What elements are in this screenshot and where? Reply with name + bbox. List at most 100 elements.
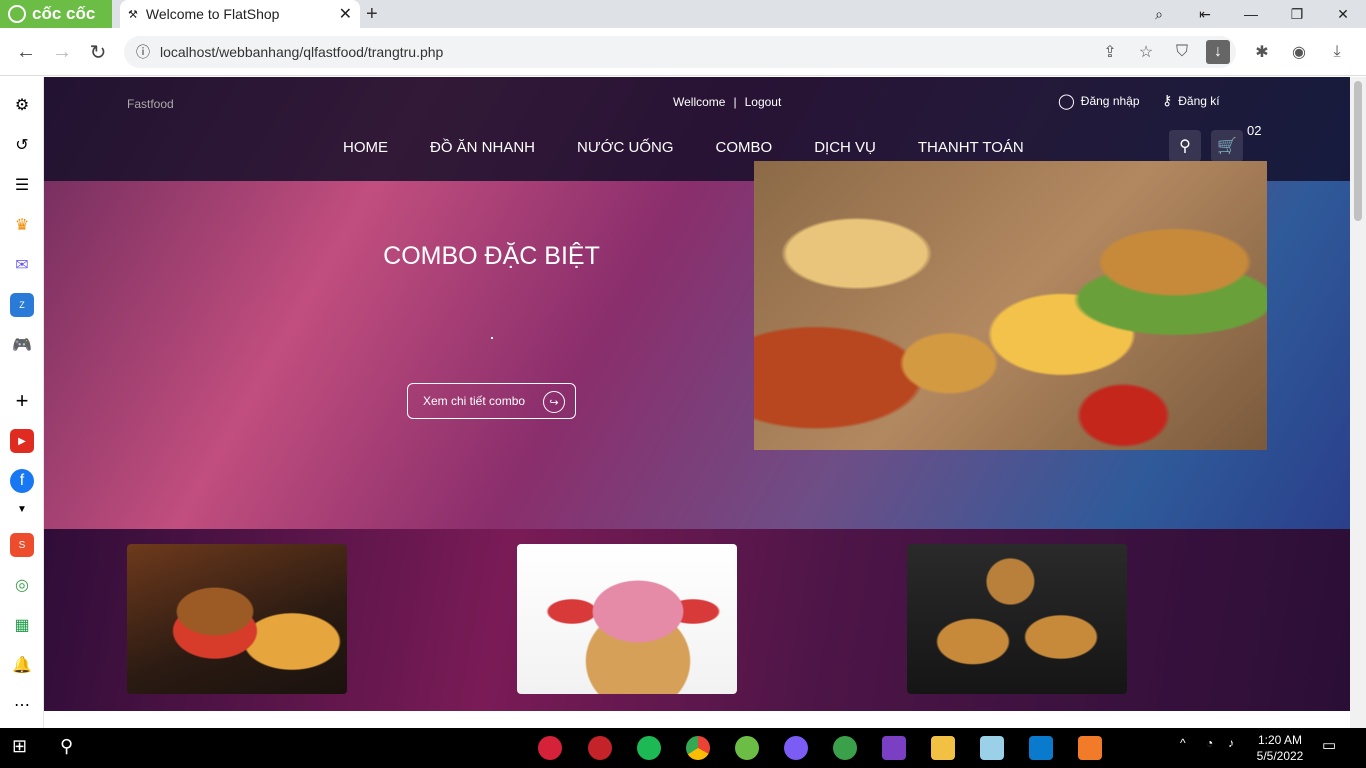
info-icon: ⓘ — [136, 44, 150, 60]
globe-icon[interactable] — [833, 736, 857, 760]
back-button[interactable]: ← — [12, 38, 40, 66]
hero-dot — [491, 337, 493, 339]
windows-taskbar: ⊞ ⚲ ^ ◔ ♪ 1:20 AM 5/5/2022 ▭ — [0, 728, 1366, 768]
close-window-button[interactable]: ✕ — [1320, 0, 1366, 28]
youtube-icon[interactable]: ▶ — [10, 429, 34, 453]
key-icon: ⚷ — [1162, 92, 1173, 108]
url-text: localhost/webbanhang/qlfastfood/trangtru… — [160, 44, 444, 60]
taskbar-search-icon[interactable]: ⚲ — [60, 736, 84, 760]
login-label: Đăng nhập — [1080, 94, 1140, 108]
search-icon: ⚲ — [1179, 138, 1191, 155]
scrollbar-thumb[interactable] — [1354, 81, 1362, 221]
combo-detail-label: Xem chi tiết combo — [423, 394, 526, 408]
sheet-icon[interactable]: ▦ — [10, 613, 34, 637]
action-center-icon[interactable]: ▭ — [1322, 736, 1346, 760]
hero-food-image — [754, 161, 1267, 450]
download-arrow-icon[interactable]: ↓ — [1206, 40, 1230, 64]
wifi-icon[interactable]: ◔ — [1206, 736, 1224, 760]
messenger-taskbar-icon[interactable] — [784, 736, 808, 760]
separator: | — [733, 95, 737, 109]
menu-home[interactable]: HOME — [343, 139, 388, 156]
tray-chevron-up-icon[interactable]: ^ — [1180, 736, 1198, 760]
combo-detail-button[interactable]: Xem chi tiết combo ↪ — [407, 383, 576, 419]
menu-drinks[interactable]: NƯỚC UỐNG — [577, 139, 674, 156]
web-page: Fastfood Wellcome | Logout ◯ Đăng nhập ⚷… — [44, 77, 1350, 728]
search-tabs-icon[interactable]: ⌕ — [1136, 0, 1182, 28]
reload-button[interactable]: ↻ — [84, 38, 112, 66]
coccoc-green-icon[interactable]: ◎ — [10, 573, 34, 597]
tab-title: Welcome to FlatShop — [145, 6, 280, 22]
browser-sidebar: ⚙ ↺ ☰ ♛ ✉ Z 🎮 + ▶ f ▼ S ◎ ▦ 🔔 ⋯ — [0, 77, 44, 728]
xampp-icon[interactable] — [1078, 736, 1102, 760]
notification-bell-icon[interactable]: 🔔 — [10, 653, 34, 677]
minimize-button[interactable]: — — [1228, 0, 1274, 28]
spotify-icon[interactable] — [637, 736, 661, 760]
crown-icon[interactable]: ♛ — [10, 213, 34, 237]
notepad-icon[interactable] — [980, 736, 1004, 760]
page-scrollbar[interactable] — [1350, 77, 1366, 728]
shield-icon[interactable]: ⛉ — [1170, 40, 1194, 64]
chrome-icon[interactable] — [686, 736, 710, 760]
hero-title: COMBO ĐẶC BIỆT — [383, 242, 600, 270]
login-link[interactable]: ◯ Đăng nhập — [1058, 92, 1140, 110]
tab-back-icon[interactable]: ⇤ — [1182, 0, 1228, 28]
register-link[interactable]: ⚷ Đăng kí — [1162, 92, 1220, 109]
burgers-image[interactable] — [907, 544, 1127, 694]
bookmark-star-icon[interactable]: ☆ — [1134, 40, 1158, 64]
search-button[interactable]: ⚲ — [1169, 130, 1201, 162]
history-icon[interactable]: ↺ — [10, 133, 34, 157]
menu-combo[interactable]: COMBO — [716, 139, 773, 156]
messenger-icon[interactable]: ✉ — [10, 253, 34, 277]
downloads-icon[interactable]: ⤓ — [1325, 40, 1349, 64]
extensions-icon[interactable]: ✱ — [1250, 40, 1274, 64]
system-clock[interactable]: 1:20 AM 5/5/2022 — [1252, 732, 1308, 764]
facebook-icon[interactable]: f — [10, 469, 34, 493]
add-sidebar-icon[interactable]: + — [10, 388, 34, 413]
welcome-bar: Wellcome | Logout — [673, 95, 781, 109]
hero-section: Fastfood Wellcome | Logout ◯ Đăng nhập ⚷… — [44, 77, 1350, 529]
volume-icon[interactable]: ♪ — [1228, 736, 1246, 760]
profile-icon[interactable]: ◉ — [1287, 40, 1311, 64]
address-bar: ← → ↻ ⓘ localhost/webbanhang/qlfastfood/… — [0, 28, 1366, 76]
site-logo-broken-image[interactable]: Fastfood — [127, 97, 174, 111]
ice-cream-image[interactable] — [517, 544, 737, 694]
app-red-icon[interactable] — [538, 736, 562, 760]
menu-checkout[interactable]: THANHT TOÁN — [918, 139, 1024, 156]
coccoc-icon — [8, 5, 26, 23]
register-label: Đăng kí — [1178, 93, 1220, 108]
menu-services[interactable]: DỊCH VỤ — [814, 139, 876, 156]
new-tab-button[interactable]: + — [366, 3, 378, 26]
share-arrow-icon: ↪ — [543, 391, 565, 413]
garena-icon[interactable] — [588, 736, 612, 760]
more-icon[interactable]: ⋯ — [10, 693, 34, 717]
shopee-icon[interactable]: S — [10, 533, 34, 557]
main-menu: HOME ĐỒ ĂN NHANH NƯỚC UỐNG COMBO DỊCH VỤ… — [343, 139, 1024, 156]
file-explorer-icon[interactable] — [931, 736, 955, 760]
settings-gear-icon[interactable]: ⚙ — [10, 93, 34, 117]
cart-icon: 🛒 — [1217, 138, 1237, 155]
tab-active[interactable]: ⚒ Welcome to FlatShop ✕ — [120, 0, 360, 28]
cart-button[interactable]: 🛒 — [1211, 130, 1243, 162]
coccoc-taskbar-icon[interactable] — [735, 736, 759, 760]
reading-list-icon[interactable]: ☰ — [10, 173, 34, 197]
logout-link[interactable]: Logout — [745, 95, 782, 109]
user-icon: ◯ — [1058, 93, 1075, 110]
windows-start-icon[interactable]: ⊞ — [12, 736, 36, 760]
clock-date: 5/5/2022 — [1256, 749, 1304, 763]
forward-button[interactable]: → — [48, 38, 76, 66]
maximize-button[interactable]: ❐ — [1274, 0, 1320, 28]
gamepad-icon[interactable]: 🎮 — [10, 333, 34, 357]
welcome-text: Wellcome — [673, 95, 726, 109]
brand-name: cốc cốc — [32, 4, 96, 23]
burger-fries-image[interactable] — [127, 544, 347, 694]
vscode-icon[interactable] — [1029, 736, 1053, 760]
tab-close-icon[interactable]: ✕ — [339, 4, 352, 24]
cart-count: 02 — [1247, 123, 1262, 138]
menu-fast-food[interactable]: ĐỒ ĂN NHANH — [430, 139, 535, 156]
share-icon[interactable]: ⇪ — [1098, 40, 1122, 64]
url-field[interactable]: ⓘ localhost/webbanhang/qlfastfood/trangt… — [124, 36, 1236, 68]
coccoc-logo[interactable]: cốc cốc — [0, 0, 112, 28]
visual-studio-icon[interactable] — [882, 736, 906, 760]
chevron-down-icon[interactable]: ▼ — [10, 497, 34, 521]
zalo-icon[interactable]: Z — [10, 293, 34, 317]
